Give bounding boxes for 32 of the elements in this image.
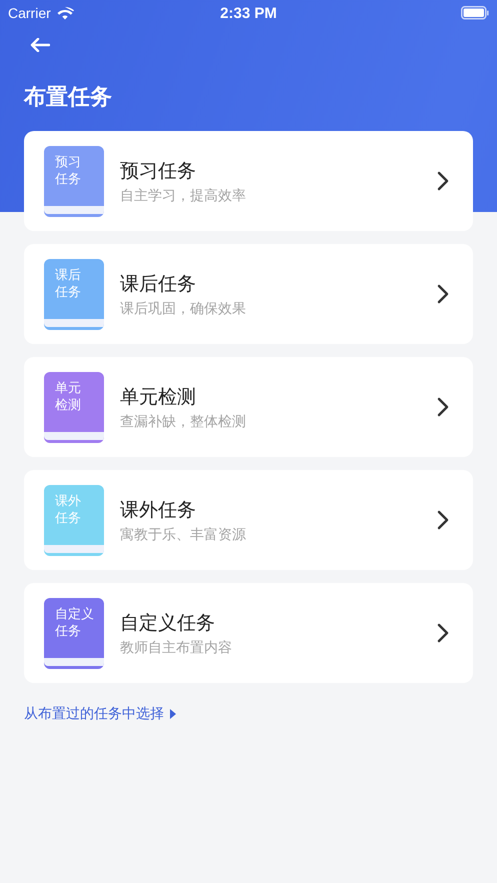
task-title: 单元检测 [120, 384, 197, 410]
task-card[interactable]: 预习 任务 预习任务 自主学习，提高效率 [24, 131, 473, 231]
chevron-right-icon [437, 284, 449, 304]
history-link[interactable]: 从布置过的任务中选择 [24, 705, 177, 723]
task-description: 查漏补缺，整体检测 [120, 412, 247, 430]
wifi-icon [56, 6, 74, 20]
book-icon: 课外 任务 [44, 484, 104, 556]
task-description: 寓教于乐、丰富资源 [120, 526, 247, 544]
task-title: 课外任务 [120, 498, 197, 522]
task-description: 自主学习，提高效率 [120, 186, 247, 204]
task-title: 课后任务 [120, 272, 197, 296]
task-description: 教师自主布置内容 [120, 638, 233, 656]
chevron-right-icon [437, 397, 449, 417]
task-card[interactable]: 单元 检测 单元检测 查漏补缺，整体检测 [24, 357, 473, 457]
triangle-right-icon [169, 708, 177, 720]
page-title: 布置任务 [24, 84, 113, 112]
battery-icon [461, 6, 489, 20]
task-title: 预习任务 [120, 158, 197, 184]
book-icon: 单元 检测 [44, 372, 104, 442]
chevron-right-icon [437, 623, 449, 643]
status-time: 2:33 PM [220, 4, 277, 22]
task-card[interactable]: 课后 任务 课后任务 课后巩固，确保效果 [24, 244, 473, 344]
book-icon: 预习 任务 [44, 146, 104, 216]
chevron-right-icon [437, 171, 449, 191]
book-icon: 自定义 任务 [44, 598, 104, 668]
task-title: 自定义任务 [120, 610, 216, 636]
carrier-name: Carrier [8, 5, 51, 21]
book-icon: 课后 任务 [44, 258, 104, 330]
task-card[interactable]: 课外 任务 课外任务 寓教于乐、丰富资源 [24, 470, 473, 570]
task-card[interactable]: 自定义 任务 自定义任务 教师自主布置内容 [24, 583, 473, 683]
task-description: 课后巩固，确保效果 [120, 300, 247, 318]
chevron-right-icon [437, 510, 449, 530]
